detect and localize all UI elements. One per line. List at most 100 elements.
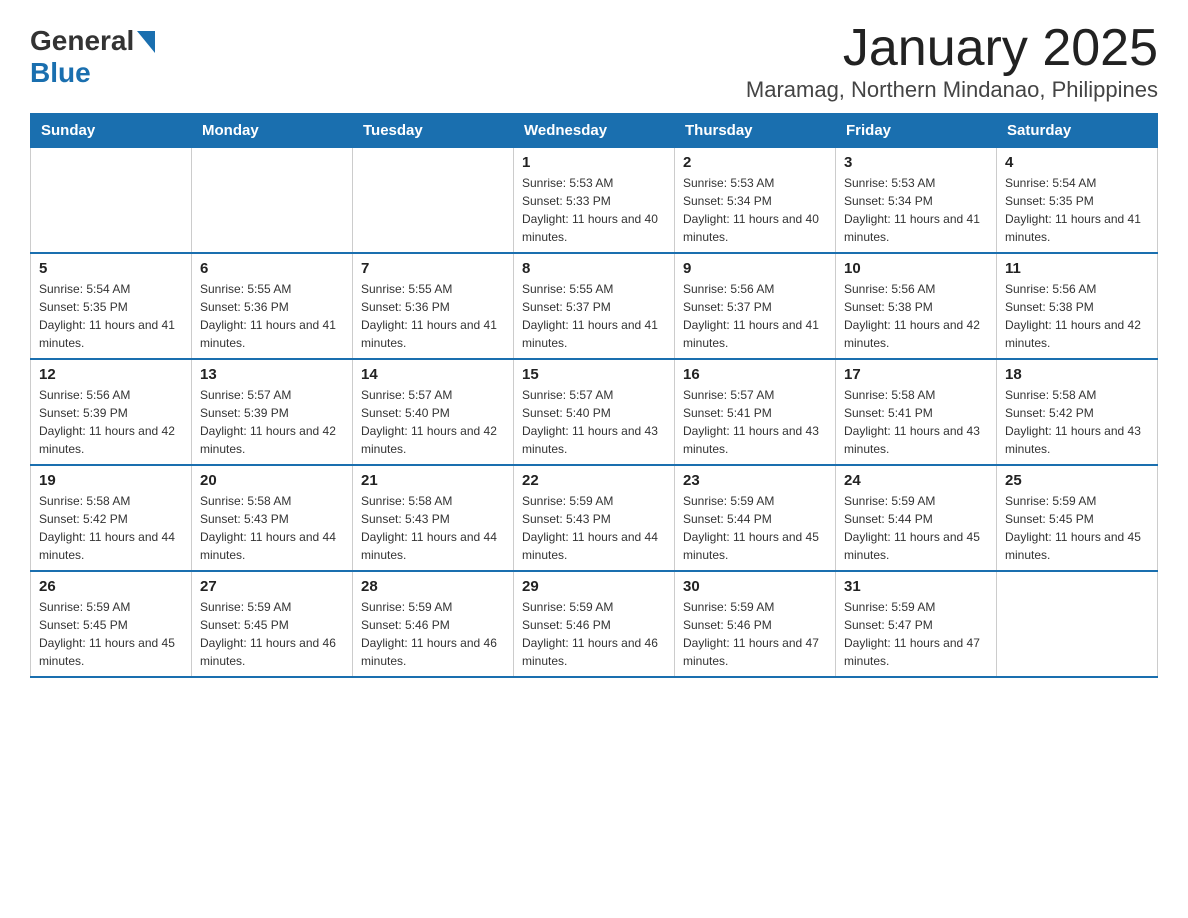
table-row: 9 Sunrise: 5:56 AMSunset: 5:37 PMDaylight… bbox=[675, 253, 836, 359]
day-info: Sunrise: 5:57 AMSunset: 5:41 PMDaylight:… bbox=[683, 386, 827, 458]
header-thursday: Thursday bbox=[675, 114, 836, 148]
logo: General Blue bbox=[30, 25, 155, 89]
day-number: 12 bbox=[39, 366, 183, 383]
day-info: Sunrise: 5:58 AMSunset: 5:41 PMDaylight:… bbox=[844, 386, 988, 458]
table-row: 17 Sunrise: 5:58 AMSunset: 5:41 PMDayligh… bbox=[836, 359, 997, 465]
calendar-week-row: 19 Sunrise: 5:58 AMSunset: 5:42 PMDayligh… bbox=[31, 465, 1158, 571]
day-info: Sunrise: 5:54 AMSunset: 5:35 PMDaylight:… bbox=[1005, 174, 1149, 246]
table-row: 20 Sunrise: 5:58 AMSunset: 5:43 PMDayligh… bbox=[192, 465, 353, 571]
day-info: Sunrise: 5:59 AMSunset: 5:46 PMDaylight:… bbox=[683, 598, 827, 670]
day-info: Sunrise: 5:57 AMSunset: 5:39 PMDaylight:… bbox=[200, 386, 344, 458]
day-number: 19 bbox=[39, 472, 183, 489]
table-row: 15 Sunrise: 5:57 AMSunset: 5:40 PMDayligh… bbox=[514, 359, 675, 465]
title-block: January 2025 Maramag, Northern Mindanao,… bbox=[746, 20, 1158, 103]
table-row bbox=[353, 148, 514, 254]
day-info: Sunrise: 5:59 AMSunset: 5:46 PMDaylight:… bbox=[522, 598, 666, 670]
table-row: 11Sunrise: 5:56 AMSunset: 5:38 PMDayligh… bbox=[997, 253, 1158, 359]
day-number: 13 bbox=[200, 366, 344, 383]
day-info: Sunrise: 5:57 AMSunset: 5:40 PMDaylight:… bbox=[522, 386, 666, 458]
table-row: 27Sunrise: 5:59 AMSunset: 5:45 PMDayligh… bbox=[192, 571, 353, 677]
header-monday: Monday bbox=[192, 114, 353, 148]
table-row: 6 Sunrise: 5:55 AMSunset: 5:36 PMDaylight… bbox=[192, 253, 353, 359]
calendar-week-row: 1Sunrise: 5:53 AMSunset: 5:33 PMDaylight… bbox=[31, 148, 1158, 254]
day-number: 9 bbox=[683, 260, 827, 277]
table-row: 22 Sunrise: 5:59 AMSunset: 5:43 PMDayligh… bbox=[514, 465, 675, 571]
table-row: 5Sunrise: 5:54 AMSunset: 5:35 PMDaylight… bbox=[31, 253, 192, 359]
table-row: 28 Sunrise: 5:59 AMSunset: 5:46 PMDayligh… bbox=[353, 571, 514, 677]
day-info: Sunrise: 5:59 AMSunset: 5:47 PMDaylight:… bbox=[844, 598, 988, 670]
day-info: Sunrise: 5:53 AMSunset: 5:33 PMDaylight:… bbox=[522, 174, 666, 246]
table-row: 14 Sunrise: 5:57 AMSunset: 5:40 PMDayligh… bbox=[353, 359, 514, 465]
logo-general-text: General bbox=[30, 25, 134, 57]
calendar-week-row: 12 Sunrise: 5:56 AMSunset: 5:39 PMDayligh… bbox=[31, 359, 1158, 465]
table-row: 26Sunrise: 5:59 AMSunset: 5:45 PMDayligh… bbox=[31, 571, 192, 677]
table-row: 4 Sunrise: 5:54 AMSunset: 5:35 PMDaylight… bbox=[997, 148, 1158, 254]
day-number: 20 bbox=[200, 472, 344, 489]
table-row: 13 Sunrise: 5:57 AMSunset: 5:39 PMDayligh… bbox=[192, 359, 353, 465]
table-row: 31 Sunrise: 5:59 AMSunset: 5:47 PMDayligh… bbox=[836, 571, 997, 677]
day-number: 30 bbox=[683, 578, 827, 595]
day-number: 2 bbox=[683, 154, 827, 171]
table-row: 24 Sunrise: 5:59 AMSunset: 5:44 PMDayligh… bbox=[836, 465, 997, 571]
table-row: 8 Sunrise: 5:55 AMSunset: 5:37 PMDaylight… bbox=[514, 253, 675, 359]
calendar-header-row: Sunday Monday Tuesday Wednesday Thursday… bbox=[31, 114, 1158, 148]
page-subtitle: Maramag, Northern Mindanao, Philippines bbox=[746, 77, 1158, 103]
day-info: Sunrise: 5:56 AMSunset: 5:38 PMDaylight:… bbox=[1005, 280, 1149, 352]
day-number: 14 bbox=[361, 366, 505, 383]
header-sunday: Sunday bbox=[31, 114, 192, 148]
day-number: 22 bbox=[522, 472, 666, 489]
day-info: Sunrise: 5:59 AMSunset: 5:44 PMDaylight:… bbox=[844, 492, 988, 564]
header-wednesday: Wednesday bbox=[514, 114, 675, 148]
day-number: 25 bbox=[1005, 472, 1149, 489]
day-number: 15 bbox=[522, 366, 666, 383]
header-tuesday: Tuesday bbox=[353, 114, 514, 148]
day-info: Sunrise: 5:57 AMSunset: 5:40 PMDaylight:… bbox=[361, 386, 505, 458]
day-info: Sunrise: 5:53 AMSunset: 5:34 PMDaylight:… bbox=[683, 174, 827, 246]
day-info: Sunrise: 5:56 AMSunset: 5:38 PMDaylight:… bbox=[844, 280, 988, 352]
table-row bbox=[192, 148, 353, 254]
day-info: Sunrise: 5:55 AMSunset: 5:36 PMDaylight:… bbox=[200, 280, 344, 352]
day-number: 5 bbox=[39, 260, 183, 277]
day-info: Sunrise: 5:56 AMSunset: 5:39 PMDaylight:… bbox=[39, 386, 183, 458]
day-info: Sunrise: 5:58 AMSunset: 5:43 PMDaylight:… bbox=[361, 492, 505, 564]
calendar-table: Sunday Monday Tuesday Wednesday Thursday… bbox=[30, 113, 1158, 678]
table-row: 21Sunrise: 5:58 AMSunset: 5:43 PMDayligh… bbox=[353, 465, 514, 571]
day-number: 31 bbox=[844, 578, 988, 595]
table-row: 29Sunrise: 5:59 AMSunset: 5:46 PMDayligh… bbox=[514, 571, 675, 677]
calendar-week-row: 26Sunrise: 5:59 AMSunset: 5:45 PMDayligh… bbox=[31, 571, 1158, 677]
table-row: 23Sunrise: 5:59 AMSunset: 5:44 PMDayligh… bbox=[675, 465, 836, 571]
day-number: 24 bbox=[844, 472, 988, 489]
table-row: 30 Sunrise: 5:59 AMSunset: 5:46 PMDayligh… bbox=[675, 571, 836, 677]
day-info: Sunrise: 5:59 AMSunset: 5:45 PMDaylight:… bbox=[1005, 492, 1149, 564]
day-number: 18 bbox=[1005, 366, 1149, 383]
day-number: 7 bbox=[361, 260, 505, 277]
table-row: 2 Sunrise: 5:53 AMSunset: 5:34 PMDaylight… bbox=[675, 148, 836, 254]
day-info: Sunrise: 5:58 AMSunset: 5:42 PMDaylight:… bbox=[39, 492, 183, 564]
calendar-week-row: 5Sunrise: 5:54 AMSunset: 5:35 PMDaylight… bbox=[31, 253, 1158, 359]
day-info: Sunrise: 5:55 AMSunset: 5:37 PMDaylight:… bbox=[522, 280, 666, 352]
day-info: Sunrise: 5:55 AMSunset: 5:36 PMDaylight:… bbox=[361, 280, 505, 352]
day-number: 16 bbox=[683, 366, 827, 383]
table-row: 1Sunrise: 5:53 AMSunset: 5:33 PMDaylight… bbox=[514, 148, 675, 254]
day-info: Sunrise: 5:59 AMSunset: 5:44 PMDaylight:… bbox=[683, 492, 827, 564]
day-number: 10 bbox=[844, 260, 988, 277]
table-row bbox=[997, 571, 1158, 677]
day-info: Sunrise: 5:59 AMSunset: 5:43 PMDaylight:… bbox=[522, 492, 666, 564]
day-number: 3 bbox=[844, 154, 988, 171]
day-number: 6 bbox=[200, 260, 344, 277]
table-row: 19 Sunrise: 5:58 AMSunset: 5:42 PMDayligh… bbox=[31, 465, 192, 571]
table-row: 12 Sunrise: 5:56 AMSunset: 5:39 PMDayligh… bbox=[31, 359, 192, 465]
table-row: 25 Sunrise: 5:59 AMSunset: 5:45 PMDayligh… bbox=[997, 465, 1158, 571]
logo-arrow-icon bbox=[137, 31, 155, 53]
day-number: 28 bbox=[361, 578, 505, 595]
day-info: Sunrise: 5:56 AMSunset: 5:37 PMDaylight:… bbox=[683, 280, 827, 352]
page-title: January 2025 bbox=[746, 20, 1158, 77]
day-number: 8 bbox=[522, 260, 666, 277]
day-info: Sunrise: 5:58 AMSunset: 5:43 PMDaylight:… bbox=[200, 492, 344, 564]
day-info: Sunrise: 5:59 AMSunset: 5:45 PMDaylight:… bbox=[200, 598, 344, 670]
day-info: Sunrise: 5:59 AMSunset: 5:46 PMDaylight:… bbox=[361, 598, 505, 670]
day-number: 17 bbox=[844, 366, 988, 383]
table-row: 16 Sunrise: 5:57 AMSunset: 5:41 PMDayligh… bbox=[675, 359, 836, 465]
table-row: 10 Sunrise: 5:56 AMSunset: 5:38 PMDayligh… bbox=[836, 253, 997, 359]
day-number: 4 bbox=[1005, 154, 1149, 171]
